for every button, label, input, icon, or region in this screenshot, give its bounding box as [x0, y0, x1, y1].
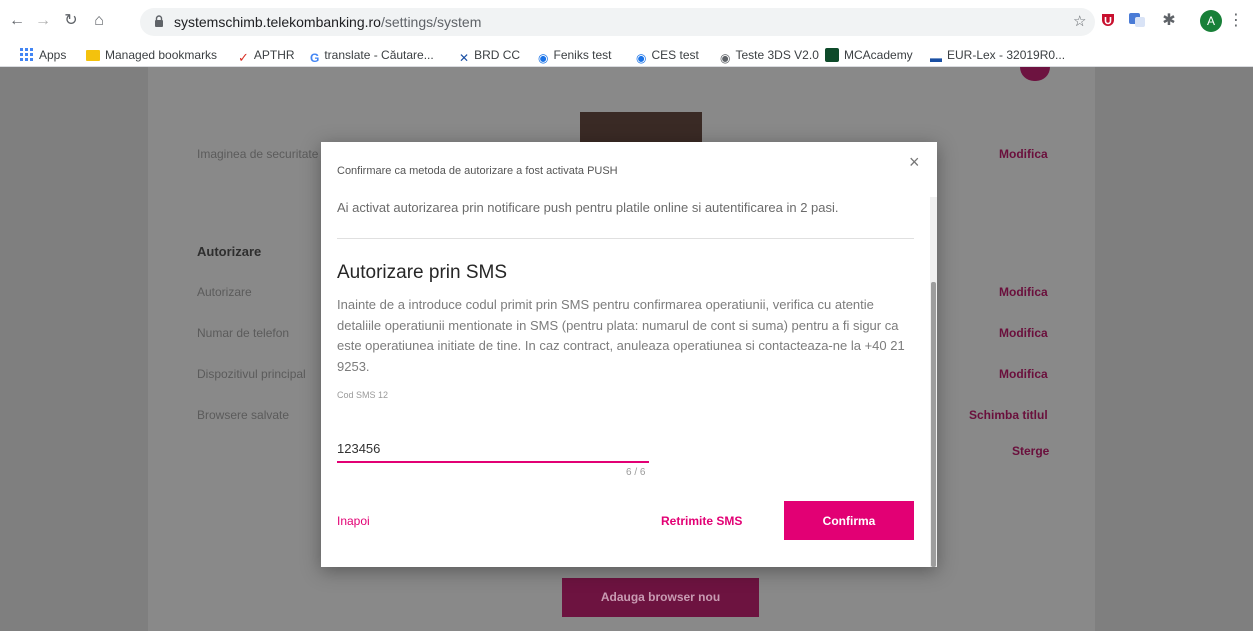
- dialog-scrollbar[interactable]: [930, 197, 937, 567]
- row-label: Numar de telefon: [197, 326, 290, 340]
- confirm-button[interactable]: Confirma: [784, 501, 914, 540]
- bookmark-3ds[interactable]: ◉ Teste 3DS V2.0: [720, 48, 819, 65]
- bookmark-managed[interactable]: Managed bookmarks: [86, 48, 217, 62]
- bookmark-apps[interactable]: Apps: [20, 48, 66, 62]
- forward-arrow-icon[interactable]: →: [34, 12, 52, 30]
- bookmark-apthr[interactable]: ✓ APTHR: [238, 48, 295, 65]
- extensions-puzzle-icon[interactable]: ✱: [1160, 12, 1178, 30]
- checkmark-icon: ✓: [238, 50, 249, 65]
- lock-icon: [155, 15, 163, 27]
- brd-logo-icon: ✕: [459, 51, 470, 65]
- bookmark-ces[interactable]: ◉ CES test: [636, 48, 699, 65]
- security-image-label: Imaginea de securitate: [197, 147, 319, 161]
- resend-sms-button[interactable]: Retrimite SMS: [661, 514, 742, 528]
- sms-code-label: Cod SMS 12: [337, 390, 389, 400]
- translate-extension-icon[interactable]: [1128, 11, 1146, 29]
- url-text: systemschimb.telekombanking.ro/settings/…: [174, 14, 482, 30]
- row-action-link[interactable]: Modifica: [999, 326, 1048, 340]
- reload-icon[interactable]: ↻: [62, 12, 80, 30]
- bookmark-translate[interactable]: Gtranslate - Căutare...: [310, 48, 434, 65]
- mcacademy-icon: [825, 48, 839, 62]
- apps-grid-icon: [20, 48, 33, 61]
- home-icon[interactable]: ⌂: [90, 12, 108, 30]
- divider: [337, 238, 914, 239]
- authorization-section-title: Autorizare: [197, 244, 262, 259]
- bookmark-feniks[interactable]: ◉ Feniks test: [538, 48, 612, 65]
- back-button[interactable]: Inapoi: [337, 514, 370, 528]
- bookmark-mcacademy[interactable]: MCAcademy: [825, 48, 913, 62]
- shield-extension-icon[interactable]: [1099, 11, 1117, 29]
- sms-instructions: Inainte de a introduce codul primit prin…: [337, 297, 905, 374]
- bookmark-eurlex[interactable]: ▬ EUR-Lex - 32019R0...: [930, 48, 1065, 65]
- security-image-modify-link[interactable]: Modifica: [999, 147, 1048, 161]
- back-arrow-icon[interactable]: ←: [8, 12, 26, 30]
- google-g-icon: G: [310, 51, 320, 65]
- globe-icon: ◉: [720, 51, 731, 65]
- address-bar[interactable]: systemschimb.telekombanking.ro/settings/…: [140, 8, 1095, 36]
- add-browser-button[interactable]: Adauga browser nou: [562, 578, 759, 617]
- scrollbar-thumb[interactable]: [931, 282, 936, 567]
- row-label: Autorizare: [197, 285, 252, 299]
- row-action-link[interactable]: Modifica: [999, 285, 1048, 299]
- decorative-shape: [1020, 67, 1050, 81]
- sms-authorization-dialog: × Confirmare ca metoda de autorizare a f…: [321, 142, 937, 567]
- row-label: Dispozitivul principal: [197, 367, 306, 381]
- bookmarks-bar: Apps Managed bookmarks ✓ APTHR Gtranslate…: [0, 45, 1253, 67]
- delete-link[interactable]: Sterge: [1012, 444, 1049, 458]
- dialog-title: Confirmare ca metoda de autorizare a fos…: [337, 165, 618, 177]
- sms-authorization-heading: Autorizare prin SMS: [337, 262, 508, 283]
- row-action-link[interactable]: Modifica: [999, 367, 1048, 381]
- sms-code-input[interactable]: [337, 435, 649, 463]
- char-counter: 6 / 6: [626, 467, 646, 478]
- browser-toolbar: ← → ↻ ⌂ systemschimb.telekombanking.ro/s…: [0, 0, 1253, 45]
- close-icon[interactable]: ×: [909, 152, 920, 173]
- bookmark-brd[interactable]: ✕ BRD CC: [459, 48, 520, 65]
- profile-avatar[interactable]: A: [1200, 10, 1222, 32]
- row-label: Browsere salvate: [197, 408, 290, 422]
- row-action-link[interactable]: Schimba titlul: [969, 408, 1048, 422]
- bookmark-star-icon[interactable]: ☆: [1073, 12, 1086, 30]
- globe-icon: ◉: [636, 51, 647, 65]
- monitor-icon: ▬: [930, 51, 942, 65]
- globe-icon: ◉: [538, 51, 549, 65]
- folder-icon: [86, 50, 100, 61]
- menu-kebab-icon[interactable]: ⋮: [1228, 10, 1244, 30]
- push-activated-message: Ai activat autorizarea prin notificare p…: [337, 200, 839, 215]
